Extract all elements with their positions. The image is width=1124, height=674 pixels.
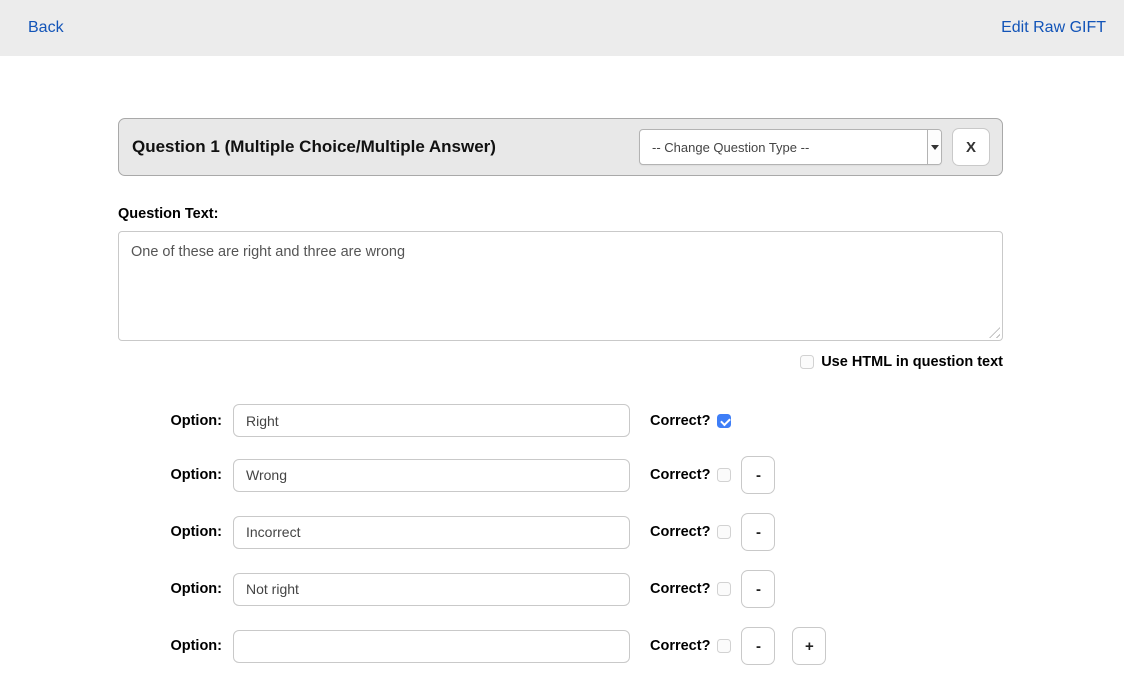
chevron-down-icon[interactable] xyxy=(927,130,941,164)
correct-label: Correct? xyxy=(650,467,710,483)
option-label: Option: xyxy=(170,581,222,597)
top-navigation-bar: Back Edit Raw GIFT xyxy=(0,0,1124,56)
option-input-2[interactable] xyxy=(233,459,630,492)
option-input-1[interactable] xyxy=(233,404,630,437)
correct-label: Correct? xyxy=(650,524,710,540)
use-html-label: Use HTML in question text xyxy=(821,354,1003,370)
correct-checkbox-5[interactable] xyxy=(717,639,731,653)
option-input-5[interactable] xyxy=(233,630,630,663)
question-title: Question 1 (Multiple Choice/Multiple Ans… xyxy=(132,137,496,157)
correct-checkbox-3[interactable] xyxy=(717,525,731,539)
correct-label: Correct? xyxy=(650,413,710,429)
question-type-select[interactable]: -- Change Question Type -- xyxy=(639,129,942,165)
correct-label: Correct? xyxy=(650,581,710,597)
use-html-row: Use HTML in question text xyxy=(118,354,1003,370)
options-list: Option: Correct? Option: Correct? - Opti… xyxy=(118,404,1003,665)
question-header-panel: Question 1 (Multiple Choice/Multiple Ans… xyxy=(118,118,1003,176)
question-type-select-value: -- Change Question Type -- xyxy=(640,130,927,164)
back-link[interactable]: Back xyxy=(28,19,64,37)
correct-checkbox-1[interactable] xyxy=(717,414,731,428)
use-html-checkbox[interactable] xyxy=(800,355,814,369)
delete-question-button[interactable]: X xyxy=(952,128,990,166)
option-input-4[interactable] xyxy=(233,573,630,606)
option-row-1: Option: Correct? xyxy=(118,404,1003,437)
option-label: Option: xyxy=(170,524,222,540)
correct-checkbox-2[interactable] xyxy=(717,468,731,482)
option-row-3: Option: Correct? - xyxy=(118,513,1003,551)
option-row-4: Option: Correct? - xyxy=(118,570,1003,608)
option-label: Option: xyxy=(170,467,222,483)
question-editor: Question 1 (Multiple Choice/Multiple Ans… xyxy=(118,118,1003,665)
option-label: Option: xyxy=(170,413,222,429)
edit-raw-gift-link[interactable]: Edit Raw GIFT xyxy=(1001,19,1106,37)
option-row-5: Option: Correct? - + xyxy=(118,627,1003,665)
option-row-2: Option: Correct? - xyxy=(118,456,1003,494)
add-option-button[interactable]: + xyxy=(792,627,826,665)
remove-option-button-4[interactable]: - xyxy=(741,570,775,608)
question-text-wrap: One of these are right and three are wro… xyxy=(118,231,1003,341)
remove-option-button-5[interactable]: - xyxy=(741,627,775,665)
remove-option-button-2[interactable]: - xyxy=(741,456,775,494)
correct-label: Correct? xyxy=(650,638,710,654)
remove-option-button-3[interactable]: - xyxy=(741,513,775,551)
question-header-controls: -- Change Question Type -- X xyxy=(639,128,990,166)
question-text-label: Question Text: xyxy=(118,206,1003,222)
option-label: Option: xyxy=(170,638,222,654)
question-text-input[interactable]: One of these are right and three are wro… xyxy=(118,231,1003,341)
correct-checkbox-4[interactable] xyxy=(717,582,731,596)
option-input-3[interactable] xyxy=(233,516,630,549)
